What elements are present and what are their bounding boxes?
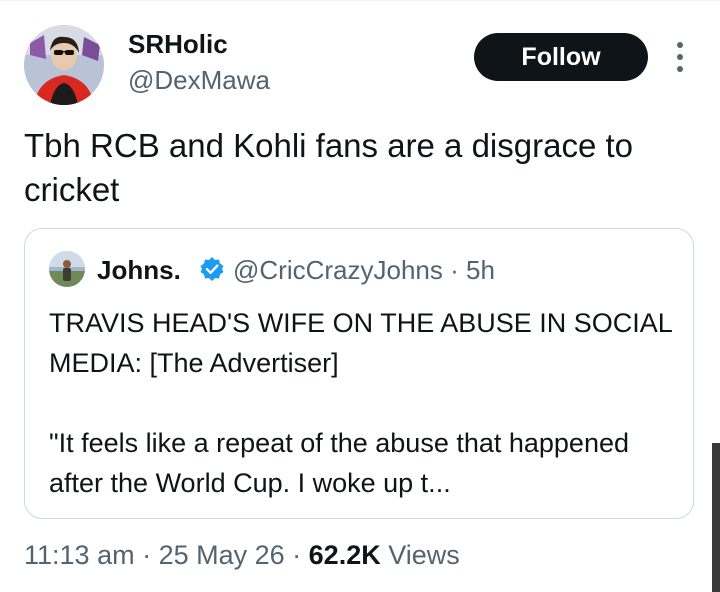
tweet-metadata: 11:13 am · 25 May 26 · 62.2K Views <box>24 537 460 573</box>
quoted-paragraph: "It feels like a repeat of the abuse tha… <box>49 428 629 498</box>
author-handle[interactable]: @DexMawa <box>128 64 270 96</box>
quoted-tweet-card[interactable]: Johns. @CricCrazyJohns · 5h TRAVIS HEAD'… <box>24 228 694 519</box>
verified-badge-icon <box>199 256 225 282</box>
quoted-tweet-text: TRAVIS HEAD'S WIFE ON THE ABUSE IN SOCIA… <box>49 303 679 503</box>
views-label: Views <box>388 540 460 570</box>
views-count: 62.2K <box>308 540 381 570</box>
tweet-timestamp[interactable]: 11:13 am · 25 May 26 · <box>24 540 301 570</box>
quoted-paragraph: TRAVIS HEAD'S WIFE ON THE ABUSE IN SOCIA… <box>49 308 672 378</box>
tweet-text: Tbh RCB and Kohli fans are a disgrace to… <box>24 127 634 208</box>
author-avatar[interactable] <box>24 25 104 105</box>
author-display-name[interactable]: SRHolic <box>128 28 228 60</box>
quoted-author-avatar[interactable] <box>49 251 85 287</box>
follow-button[interactable]: Follow <box>474 33 648 81</box>
quoted-author-name[interactable]: Johns. <box>97 255 181 285</box>
follow-button-label: Follow <box>521 42 601 71</box>
more-vertical-icon[interactable] <box>670 40 690 74</box>
scrollbar-thumb[interactable] <box>712 443 720 592</box>
quoted-handle-time[interactable]: @CricCrazyJohns · 5h <box>233 255 495 285</box>
top-divider <box>0 0 720 1</box>
